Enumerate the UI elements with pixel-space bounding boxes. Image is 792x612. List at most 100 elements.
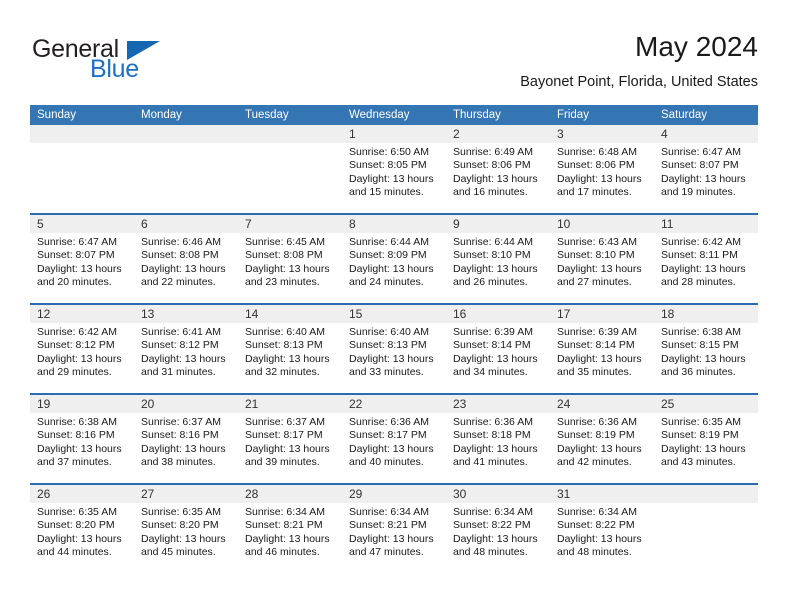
weekday-header-saturday: Saturday	[654, 105, 758, 125]
day-details: Sunrise: 6:38 AM Sunset: 8:16 PM Daylight:…	[30, 413, 134, 470]
day-number: 9	[446, 215, 550, 233]
sunrise-text: Sunrise: 6:35 AM	[37, 506, 117, 518]
sunset-text: Sunset: 8:12 PM	[141, 339, 219, 352]
sunset-text: Sunset: 8:17 PM	[245, 429, 323, 442]
day-details: Sunrise: 6:36 AM Sunset: 8:17 PM Daylight:…	[342, 413, 446, 470]
calendar-body: 1 Sunrise: 6:50 AM Sunset: 8:05 PM Daylight…	[30, 125, 758, 573]
daylight-text: Daylight: 13 hours and 40 minutes.	[349, 442, 434, 469]
sunrise-text: Sunrise: 6:36 AM	[453, 416, 533, 428]
daylight-text: Daylight: 13 hours and 41 minutes.	[453, 442, 538, 469]
sunset-text: Sunset: 8:10 PM	[453, 249, 531, 262]
calendar-day-cell[interactable]: 23 Sunrise: 6:36 AM Sunset: 8:18 PM Dayligh…	[446, 393, 550, 484]
sunset-text: Sunset: 8:19 PM	[557, 429, 635, 442]
sunrise-text: Sunrise: 6:48 AM	[557, 146, 637, 158]
calendar-day-cell[interactable]: 28 Sunrise: 6:34 AM Sunset: 8:21 PM Dayligh…	[238, 483, 342, 573]
daylight-text: Daylight: 13 hours and 33 minutes.	[349, 352, 434, 379]
sunrise-text: Sunrise: 6:34 AM	[349, 506, 429, 518]
day-number: 30	[446, 485, 550, 503]
day-details: Sunrise: 6:49 AM Sunset: 8:06 PM Daylight:…	[446, 143, 550, 200]
day-details: Sunrise: 6:37 AM Sunset: 8:17 PM Daylight:…	[238, 413, 342, 470]
day-number: 23	[446, 395, 550, 413]
calendar-day-cell[interactable]: 16 Sunrise: 6:39 AM Sunset: 8:14 PM Dayligh…	[446, 303, 550, 394]
day-cell-inner	[134, 125, 238, 213]
sunrise-text: Sunrise: 6:40 AM	[245, 326, 325, 338]
calendar-day-cell[interactable]: 25 Sunrise: 6:35 AM Sunset: 8:19 PM Dayligh…	[654, 393, 758, 484]
day-cell-inner: 29 Sunrise: 6:34 AM Sunset: 8:21 PM Dayligh…	[342, 485, 446, 573]
calendar-day-cell[interactable]: 7 Sunrise: 6:45 AM Sunset: 8:08 PM Daylight…	[238, 213, 342, 304]
calendar-day-cell[interactable]: 20 Sunrise: 6:37 AM Sunset: 8:16 PM Dayligh…	[134, 393, 238, 484]
day-details: Sunrise: 6:41 AM Sunset: 8:12 PM Daylight:…	[134, 323, 238, 380]
calendar-day-cell[interactable]: 8 Sunrise: 6:44 AM Sunset: 8:09 PM Daylight…	[342, 213, 446, 304]
calendar-day-cell[interactable]: 3 Sunrise: 6:48 AM Sunset: 8:06 PM Daylight…	[550, 125, 654, 214]
day-cell-inner: 27 Sunrise: 6:35 AM Sunset: 8:20 PM Dayligh…	[134, 485, 238, 573]
calendar-day-cell[interactable]: 9 Sunrise: 6:44 AM Sunset: 8:10 PM Daylight…	[446, 213, 550, 304]
sunrise-sunset-calendar: Sunday Monday Tuesday Wednesday Thursday Frid…	[30, 105, 758, 573]
calendar-day-cell[interactable]: 31 Sunrise: 6:34 AM Sunset: 8:22 PM Dayligh…	[550, 483, 654, 573]
calendar-day-cell[interactable]: 13 Sunrise: 6:41 AM Sunset: 8:12 PM Dayligh…	[134, 303, 238, 394]
calendar-day-cell[interactable]: 17 Sunrise: 6:39 AM Sunset: 8:14 PM Dayligh…	[550, 303, 654, 394]
day-cell-inner: 11 Sunrise: 6:42 AM Sunset: 8:11 PM Dayligh…	[654, 215, 758, 303]
sunrise-text: Sunrise: 6:39 AM	[557, 326, 637, 338]
sunset-text: Sunset: 8:22 PM	[453, 519, 531, 532]
title-block: May 2024 Bayonet Point, Florida, United …	[520, 30, 758, 91]
day-cell-inner: 1 Sunrise: 6:50 AM Sunset: 8:05 PM Daylight…	[342, 125, 446, 213]
calendar-day-cell[interactable]: 21 Sunrise: 6:37 AM Sunset: 8:17 PM Dayligh…	[238, 393, 342, 484]
sunset-text: Sunset: 8:07 PM	[37, 249, 115, 262]
day-number: 16	[446, 305, 550, 323]
day-details: Sunrise: 6:44 AM Sunset: 8:09 PM Daylight:…	[342, 233, 446, 290]
calendar-day-cell[interactable]: 10 Sunrise: 6:43 AM Sunset: 8:10 PM Dayligh…	[550, 213, 654, 304]
day-cell-inner: 9 Sunrise: 6:44 AM Sunset: 8:10 PM Daylight…	[446, 215, 550, 303]
sunset-text: Sunset: 8:08 PM	[141, 249, 219, 262]
day-details: Sunrise: 6:46 AM Sunset: 8:08 PM Daylight:…	[134, 233, 238, 290]
calendar-day-cell[interactable]: 30 Sunrise: 6:34 AM Sunset: 8:22 PM Dayligh…	[446, 483, 550, 573]
calendar-day-cell[interactable]: 2 Sunrise: 6:49 AM Sunset: 8:06 PM Daylight…	[446, 125, 550, 214]
day-cell-inner: 18 Sunrise: 6:38 AM Sunset: 8:15 PM Dayligh…	[654, 305, 758, 393]
day-number: 15	[342, 305, 446, 323]
calendar-day-cell[interactable]: 22 Sunrise: 6:36 AM Sunset: 8:17 PM Dayligh…	[342, 393, 446, 484]
daylight-text: Daylight: 13 hours and 26 minutes.	[453, 262, 538, 289]
day-details: Sunrise: 6:39 AM Sunset: 8:14 PM Daylight:…	[446, 323, 550, 380]
day-cell-inner	[30, 125, 134, 213]
daylight-text: Daylight: 13 hours and 46 minutes.	[245, 532, 330, 559]
calendar-day-cell[interactable]: 6 Sunrise: 6:46 AM Sunset: 8:08 PM Daylight…	[134, 213, 238, 304]
day-cell-inner	[238, 125, 342, 213]
daylight-text: Daylight: 13 hours and 24 minutes.	[349, 262, 434, 289]
sunset-text: Sunset: 8:21 PM	[349, 519, 427, 532]
day-details: Sunrise: 6:42 AM Sunset: 8:12 PM Daylight:…	[30, 323, 134, 380]
calendar-day-cell[interactable]: 5 Sunrise: 6:47 AM Sunset: 8:07 PM Daylight…	[30, 213, 134, 304]
page-subtitle: Bayonet Point, Florida, United States	[520, 74, 758, 90]
calendar-day-cell[interactable]: 14 Sunrise: 6:40 AM Sunset: 8:13 PM Dayligh…	[238, 303, 342, 394]
calendar-day-cell[interactable]: 24 Sunrise: 6:36 AM Sunset: 8:19 PM Dayligh…	[550, 393, 654, 484]
day-cell-inner: 21 Sunrise: 6:37 AM Sunset: 8:17 PM Dayligh…	[238, 395, 342, 483]
sunrise-text: Sunrise: 6:36 AM	[557, 416, 637, 428]
brand-logo[interactable]: General Blue	[30, 30, 330, 90]
calendar-day-cell[interactable]: 18 Sunrise: 6:38 AM Sunset: 8:15 PM Dayligh…	[654, 303, 758, 394]
day-number: 19	[30, 395, 134, 413]
sunrise-text: Sunrise: 6:39 AM	[453, 326, 533, 338]
day-cell-inner: 28 Sunrise: 6:34 AM Sunset: 8:21 PM Dayligh…	[238, 485, 342, 573]
day-details: Sunrise: 6:34 AM Sunset: 8:22 PM Daylight:…	[446, 503, 550, 560]
calendar-day-cell[interactable]: 29 Sunrise: 6:34 AM Sunset: 8:21 PM Dayligh…	[342, 483, 446, 573]
day-cell-inner: 19 Sunrise: 6:38 AM Sunset: 8:16 PM Dayligh…	[30, 395, 134, 483]
day-number: 21	[238, 395, 342, 413]
day-details: Sunrise: 6:34 AM Sunset: 8:22 PM Daylight:…	[550, 503, 654, 560]
daylight-text: Daylight: 13 hours and 38 minutes.	[141, 442, 226, 469]
calendar-day-cell[interactable]: 27 Sunrise: 6:35 AM Sunset: 8:20 PM Dayligh…	[134, 483, 238, 573]
calendar-day-cell[interactable]: 12 Sunrise: 6:42 AM Sunset: 8:12 PM Dayligh…	[30, 303, 134, 394]
calendar-day-cell[interactable]: 26 Sunrise: 6:35 AM Sunset: 8:20 PM Dayligh…	[30, 483, 134, 573]
calendar-day-cell[interactable]: 4 Sunrise: 6:47 AM Sunset: 8:07 PM Daylight…	[654, 125, 758, 214]
sunset-text: Sunset: 8:11 PM	[661, 249, 738, 262]
calendar-week-row: 26 Sunrise: 6:35 AM Sunset: 8:20 PM Dayligh…	[30, 483, 758, 573]
day-number: 27	[134, 485, 238, 503]
sunrise-text: Sunrise: 6:35 AM	[141, 506, 221, 518]
calendar-day-cell[interactable]: 1 Sunrise: 6:50 AM Sunset: 8:05 PM Daylight…	[342, 125, 446, 214]
calendar-day-cell[interactable]: 15 Sunrise: 6:40 AM Sunset: 8:13 PM Dayligh…	[342, 303, 446, 394]
calendar-week-row: 1 Sunrise: 6:50 AM Sunset: 8:05 PM Daylight…	[30, 125, 758, 214]
calendar-day-cell[interactable]: 19 Sunrise: 6:38 AM Sunset: 8:16 PM Dayligh…	[30, 393, 134, 484]
daylight-text: Daylight: 13 hours and 32 minutes.	[245, 352, 330, 379]
day-details: Sunrise: 6:44 AM Sunset: 8:10 PM Daylight:…	[446, 233, 550, 290]
sunset-text: Sunset: 8:09 PM	[349, 249, 427, 262]
day-number: 5	[30, 215, 134, 233]
sunrise-text: Sunrise: 6:38 AM	[37, 416, 117, 428]
calendar-day-cell[interactable]: 11 Sunrise: 6:42 AM Sunset: 8:11 PM Dayligh…	[654, 213, 758, 304]
